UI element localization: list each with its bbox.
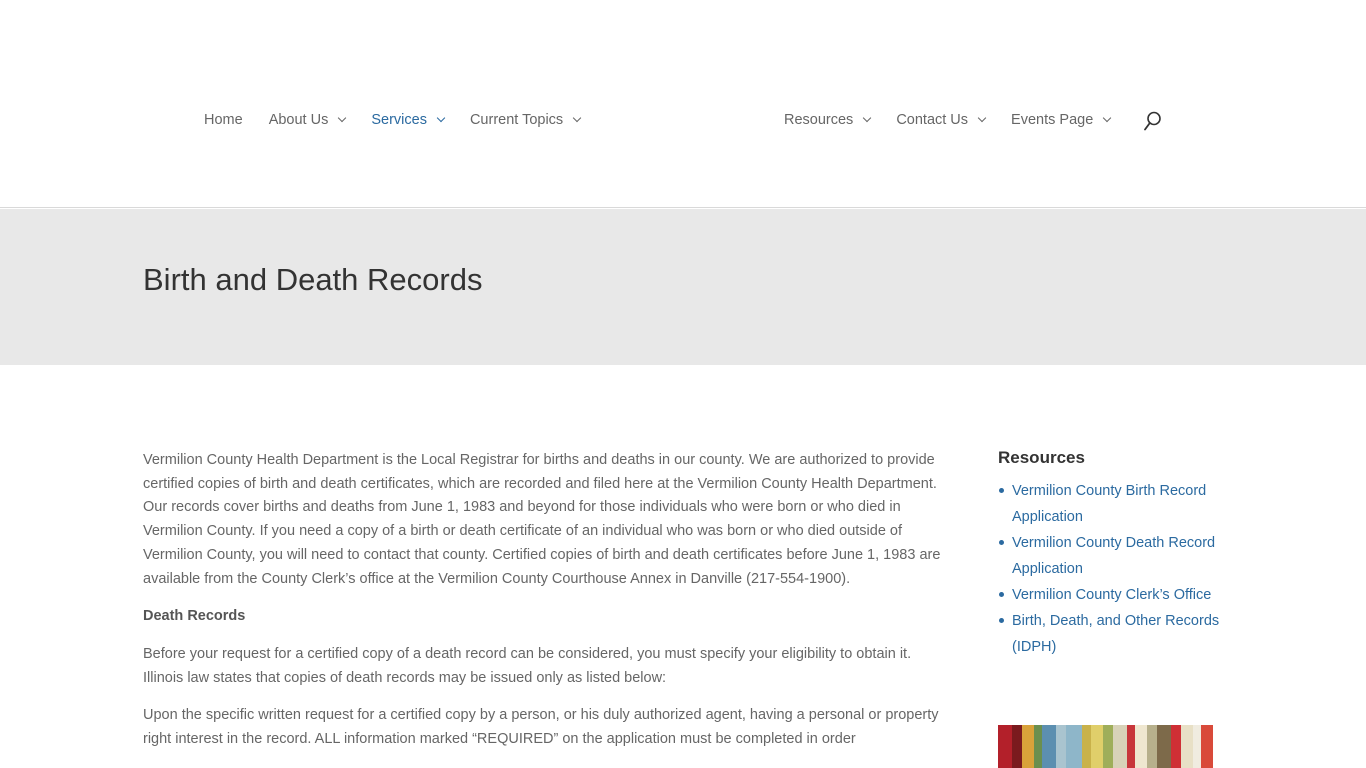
death-request-paragraph: Upon the specific written request for a …: [143, 707, 939, 748]
list-item: Vermilion County Death Record Applicatio…: [998, 530, 1228, 582]
nav-label: About Us: [268, 112, 329, 128]
birth-record-application-link[interactable]: Vermilion County Birth Record Applicatio…: [1012, 483, 1206, 525]
nav-item-contact-us[interactable]: Contact Us: [896, 109, 987, 131]
nav-item-about-us[interactable]: About Us: [268, 109, 347, 131]
records-folders-image: [998, 725, 1223, 768]
death-records-heading: Death Records: [143, 608, 246, 625]
site-header: Home About Us Services Current Topics Re…: [0, 0, 1366, 208]
main-nav-left: Home About Us Services Current Topics: [204, 109, 606, 131]
nav-label: Events Page: [1011, 112, 1094, 128]
intro-paragraph: Vermilion County Health Department is th…: [143, 452, 941, 587]
main-content: Vermilion County Health Department is th…: [143, 449, 943, 766]
nav-item-home[interactable]: Home: [204, 109, 243, 131]
nav-item-current-topics[interactable]: Current Topics: [469, 109, 582, 131]
nav-label: Resources: [784, 112, 854, 128]
nav-label: Contact Us: [896, 112, 969, 128]
nav-label: Current Topics: [469, 112, 564, 128]
nav-label: Services: [371, 112, 427, 128]
nav-label: Home: [204, 112, 243, 128]
county-clerk-office-link[interactable]: Vermilion County Clerk’s Office: [1012, 587, 1211, 603]
sidebar-resources: Resources Vermilion County Birth Record …: [998, 446, 1228, 660]
list-item: Vermilion County Birth Record Applicatio…: [998, 478, 1228, 530]
chevron-down-icon: [572, 113, 582, 123]
search-icon[interactable]: [1144, 111, 1162, 131]
nav-item-events-page[interactable]: Events Page: [1011, 109, 1112, 131]
chevron-down-icon: [436, 113, 446, 123]
page-title: Birth and Death Records: [143, 262, 483, 297]
main-nav-right: Resources Contact Us Events Page: [784, 109, 1136, 131]
list-item: Birth, Death, and Other Records (IDPH): [998, 608, 1228, 660]
sidebar-heading: Resources: [998, 448, 1085, 467]
death-record-application-link[interactable]: Vermilion County Death Record Applicatio…: [1012, 535, 1215, 577]
nav-item-resources[interactable]: Resources: [784, 109, 872, 131]
chevron-down-icon: [977, 113, 987, 123]
resource-links-list: Vermilion County Birth Record Applicatio…: [998, 478, 1228, 660]
list-item: Vermilion County Clerk’s Office: [998, 582, 1228, 608]
nav-item-services[interactable]: Services: [371, 109, 446, 131]
chevron-down-icon: [863, 113, 872, 123]
idph-records-link[interactable]: Birth, Death, and Other Records (IDPH): [1012, 613, 1219, 655]
chevron-down-icon: [1103, 113, 1112, 123]
chevron-down-icon: [338, 113, 347, 123]
death-eligibility-paragraph: Before your request for a certified copy…: [143, 645, 912, 686]
